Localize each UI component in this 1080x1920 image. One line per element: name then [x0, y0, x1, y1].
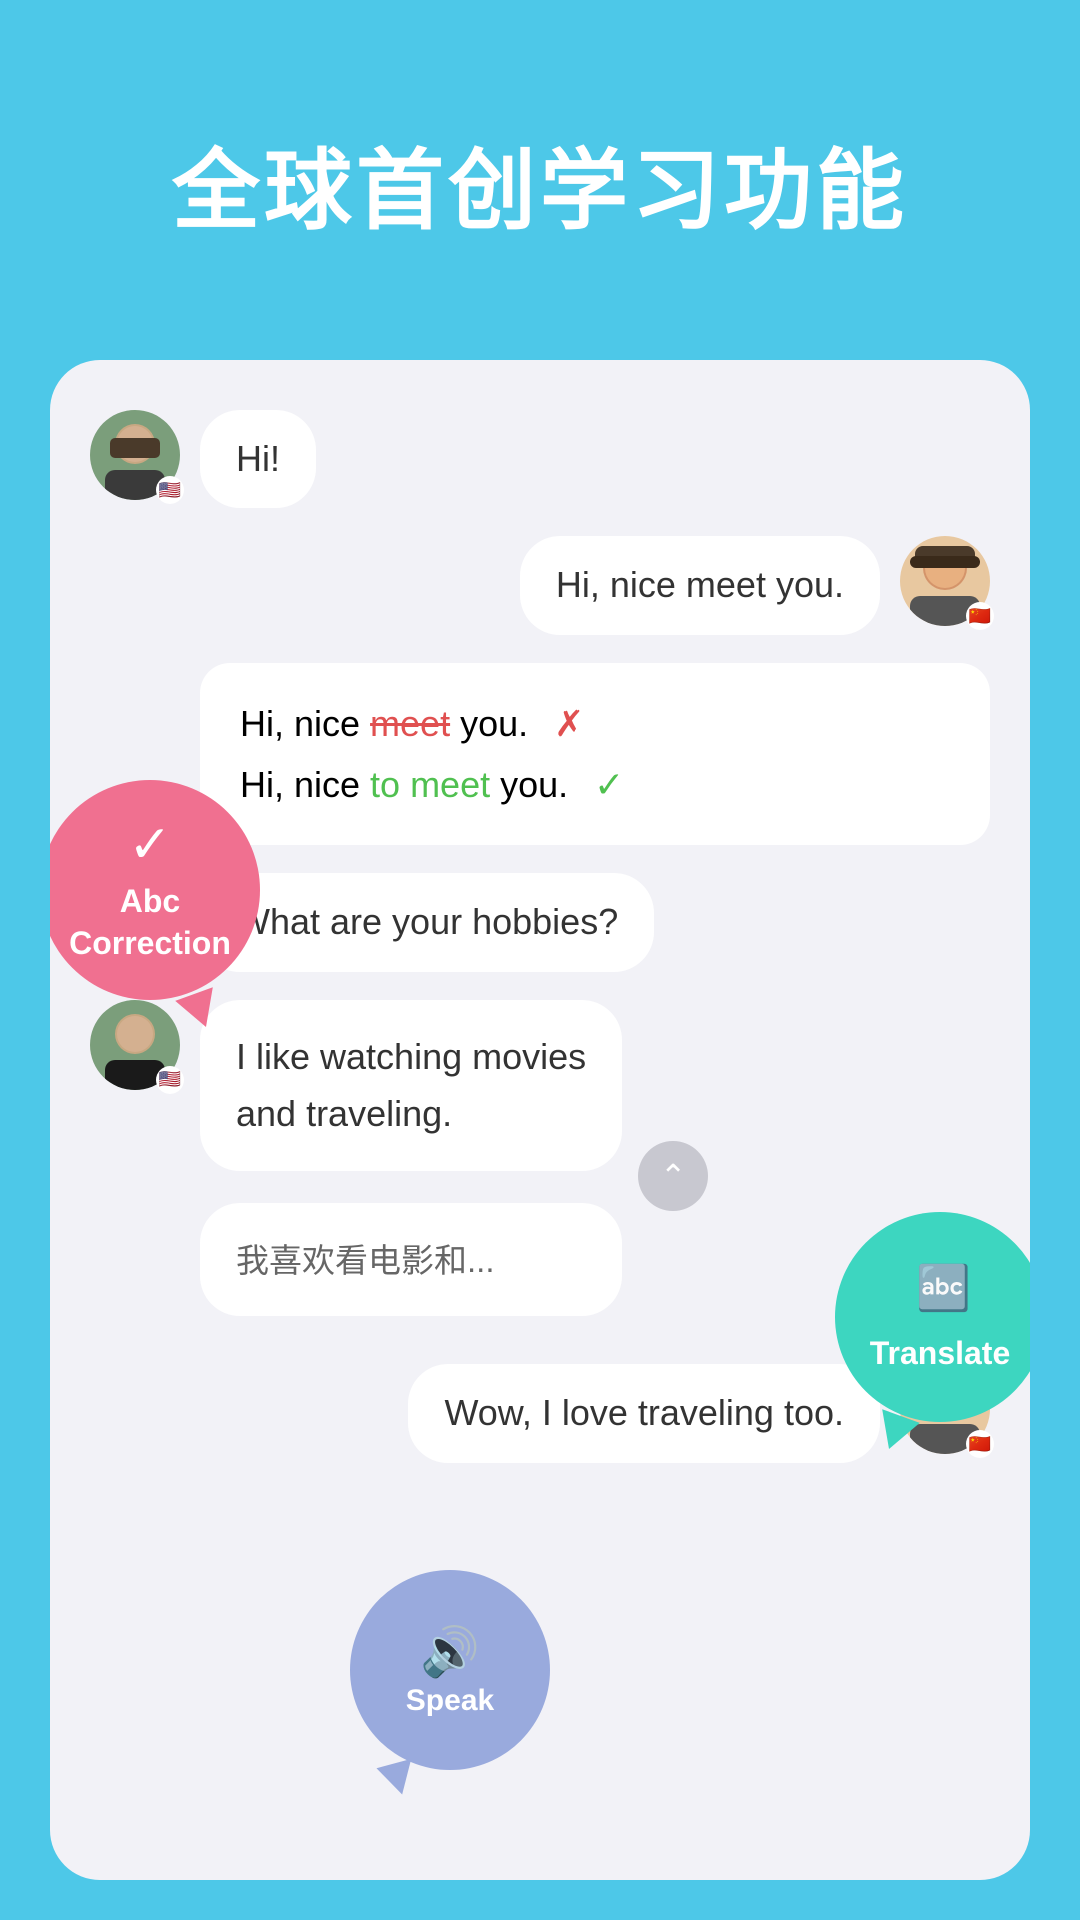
correction-card: Hi, nice meet you. ✗ Hi, nice to meet yo… — [200, 663, 990, 845]
flag-us-1: 🇺🇸 — [156, 476, 184, 504]
message-bubble-nice-meet: Hi, nice meet you. — [520, 536, 880, 634]
correction-wrong-line: Hi, nice meet you. ✗ — [240, 693, 950, 754]
message-bubble-hi: Hi! — [200, 410, 316, 508]
scroll-up-button[interactable]: ⌃ — [638, 1141, 708, 1211]
chat-container: 🇺🇸 Hi! 🇨🇳 Hi, nice meet you. — [50, 360, 1030, 1880]
flag-cn-2: 🇨🇳 — [966, 1430, 994, 1458]
correction-right-line: Hi, nice to meet you. ✓ — [240, 754, 950, 815]
speak-bubble[interactable]: 🔊 Speak — [350, 1570, 550, 1770]
message-row-hi: 🇺🇸 Hi! — [90, 410, 990, 508]
translate-icon: 🔤 — [912, 1263, 968, 1331]
abc-correction-bubble[interactable]: ✓ Abc Correction — [50, 780, 260, 1000]
message-row-nice-meet: 🇨🇳 Hi, nice meet you. — [90, 536, 990, 634]
translate-bubble[interactable]: 🔤 Translate — [835, 1212, 1030, 1422]
page-title: 全球首创学习功能 — [0, 0, 1080, 247]
translated-message-block: I like watching moviesand traveling. 我喜欢… — [200, 1000, 622, 1337]
speak-label: Speak — [406, 1684, 494, 1718]
flag-us-2: 🇺🇸 — [156, 1066, 184, 1094]
message-text-nice-meet: Hi, nice meet you. — [556, 564, 844, 605]
wrong-icon: ✗ — [554, 703, 584, 744]
message-bubble-hobbies: What are your hobbies? — [200, 873, 654, 971]
avatar-male-2: 🇺🇸 — [90, 1000, 180, 1090]
message-text-hi: Hi! — [236, 438, 280, 479]
correct-word: to meet — [370, 764, 490, 805]
avatar-female-1: 🇨🇳 — [900, 536, 990, 626]
check-icon: ✓ — [128, 815, 172, 875]
chinese-translation-text: 我喜欢看电影和... — [236, 1242, 495, 1279]
flag-cn-1: 🇨🇳 — [966, 602, 994, 630]
message-text-traveling: Wow, I love traveling too. — [444, 1392, 844, 1433]
right-icon: ✓ — [594, 764, 624, 805]
scroll-up-icon: ⌃ — [660, 1157, 687, 1195]
svg-text:🔤: 🔤 — [916, 1263, 968, 1313]
avatar-male-1: 🇺🇸 — [90, 410, 180, 500]
message-text-hobbies: What are your hobbies? — [236, 901, 618, 942]
translated-english: I like watching moviesand traveling. — [200, 1000, 622, 1171]
translate-label: Translate — [870, 1335, 1011, 1372]
abc-correction-label: Abc Correction — [69, 881, 231, 964]
message-bubble-traveling: Wow, I love traveling too. — [408, 1364, 880, 1462]
translated-chinese: 我喜欢看电影和... — [200, 1203, 622, 1317]
speak-icon: 🔊 — [420, 1623, 480, 1680]
wrong-word: meet — [370, 703, 450, 744]
